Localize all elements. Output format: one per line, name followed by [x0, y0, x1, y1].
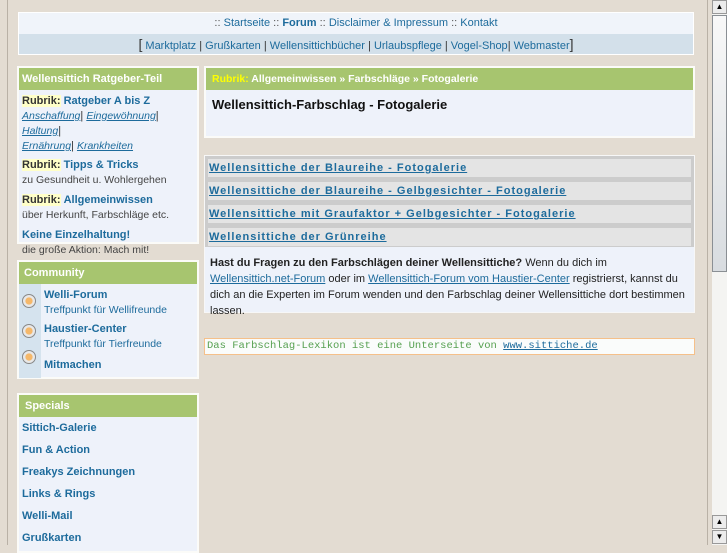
nav-marktplatz[interactable]: Marktplatz	[145, 40, 196, 52]
haustier-icon	[22, 324, 36, 338]
link-grusskarten[interactable]: Grußkarten	[22, 532, 81, 544]
link-fun-action[interactable]: Fun & Action	[22, 444, 90, 456]
link-eingewoehnung[interactable]: Eingewöhnung	[86, 110, 155, 122]
gallery-link-graufaktor[interactable]: Wellensittiche mit Graufaktor + Gelbgesi…	[209, 208, 576, 220]
nav-forum[interactable]: Forum	[282, 17, 316, 29]
gallery-box: Wellensittiche der Blaureihe - Fotogaler…	[204, 155, 695, 317]
link-haltung[interactable]: Haltung	[22, 125, 58, 137]
link-haustier-center[interactable]: Haustier-Center	[44, 323, 127, 335]
scroll-up-icon[interactable]: ▲	[712, 0, 727, 14]
link-welli-forum[interactable]: Welli-Forum	[44, 289, 107, 301]
link-krankheiten[interactable]: Krankheiten	[77, 140, 133, 152]
nav-startseite[interactable]: Startseite	[224, 17, 270, 29]
community-header: Community	[19, 262, 197, 284]
nav-grusskarten[interactable]: Grußkarten	[205, 40, 261, 52]
link-allgemeinwissen[interactable]: Allgemeinwissen	[64, 194, 153, 206]
ratgeber-box: Wellensittich Ratgeber-Teil Rubrik: Ratg…	[17, 66, 199, 256]
nav-buecher[interactable]: Wellensittichbücher	[270, 40, 365, 52]
nav-disclaimer[interactable]: Disclaimer & Impressum	[329, 17, 448, 29]
link-sittiche-de[interactable]: www.sittiche.de	[503, 340, 598, 352]
community-box: Community Welli-Forum Treffpunkt für Wel…	[17, 260, 199, 379]
link-wellensittich-net-forum[interactable]: Wellensittich.net-Forum	[210, 273, 325, 285]
link-haustier-center-desc[interactable]: Treffpunkt für Tierfreunde	[44, 338, 162, 350]
link-sittich-galerie[interactable]: Sittich-Galerie	[22, 422, 97, 434]
forum-icon	[22, 294, 36, 308]
specials-box: Specials Sittich-Galerie Fun & Action Fr…	[17, 393, 199, 553]
scrollbar-thumb[interactable]	[712, 15, 727, 272]
specials-header: Specials	[19, 395, 197, 417]
gallery-link-blaureihe[interactable]: Wellensittiche der Blaureihe - Fotogaler…	[209, 162, 467, 174]
link-ratgeber-a-z[interactable]: Ratgeber A bis Z	[64, 95, 151, 107]
nav-vogel-shop[interactable]: Vogel-Shop	[451, 40, 508, 52]
breadcrumb: Rubrik: Allgemeinwissen » Farbschläge » …	[206, 68, 693, 90]
top-navigation: :: Startseite :: Forum :: Disclaimer & I…	[18, 12, 694, 55]
page-title: Wellensittich-Farbschlag - Fotogalerie	[212, 97, 448, 112]
question-text: Hast du Fragen zu den Farbschlägen deine…	[210, 257, 685, 317]
scroll-up-icon[interactable]: ▲	[712, 515, 727, 529]
link-welli-forum-desc[interactable]: Treffpunkt für Wellifreunde	[44, 304, 167, 316]
link-keine-einzelhaltung[interactable]: Keine Einzelhaltung!	[22, 229, 130, 241]
gallery-link-gruenreihe[interactable]: Wellensittiche der Grünreihe	[209, 231, 387, 243]
scrollbar[interactable]: ▲ ▲ ▼	[712, 0, 727, 545]
gallery-link-blaureihe-gelbgesichter[interactable]: Wellensittiche der Blaureihe - Gelbgesic…	[209, 185, 566, 197]
main-nav: :: Startseite :: Forum :: Disclaimer & I…	[214, 17, 498, 29]
link-tipps-tricks[interactable]: Tipps & Tricks	[64, 159, 139, 171]
sub-nav: [ Marktplatz | Grußkarten | Wellensittic…	[19, 34, 693, 54]
link-ernaehrung[interactable]: Ernährung	[22, 140, 71, 152]
link-haustier-center-forum[interactable]: Wellensittich-Forum vom Haustier-Center	[368, 273, 570, 285]
link-welli-mail[interactable]: Welli-Mail	[22, 510, 73, 522]
link-freakys-zeichnungen[interactable]: Freakys Zeichnungen	[22, 466, 135, 478]
link-links-rings[interactable]: Links & Rings	[22, 488, 95, 500]
main-header-box: Rubrik: Allgemeinwissen » Farbschläge » …	[204, 66, 695, 138]
nav-kontakt[interactable]: Kontakt	[460, 17, 497, 29]
scroll-down-icon[interactable]: ▼	[712, 530, 727, 544]
link-mitmachen[interactable]: Mitmachen	[44, 359, 101, 371]
nav-webmaster[interactable]: Webmaster	[514, 40, 570, 52]
ratgeber-header: Wellensittich Ratgeber-Teil	[19, 68, 197, 90]
nav-urlaubspflege[interactable]: Urlaubspflege	[374, 40, 442, 52]
mitmachen-icon	[22, 350, 36, 364]
footer-note: Das Farbschlag-Lexikon ist eine Untersei…	[204, 338, 695, 355]
link-anschaffung[interactable]: Anschaffung	[22, 110, 80, 122]
